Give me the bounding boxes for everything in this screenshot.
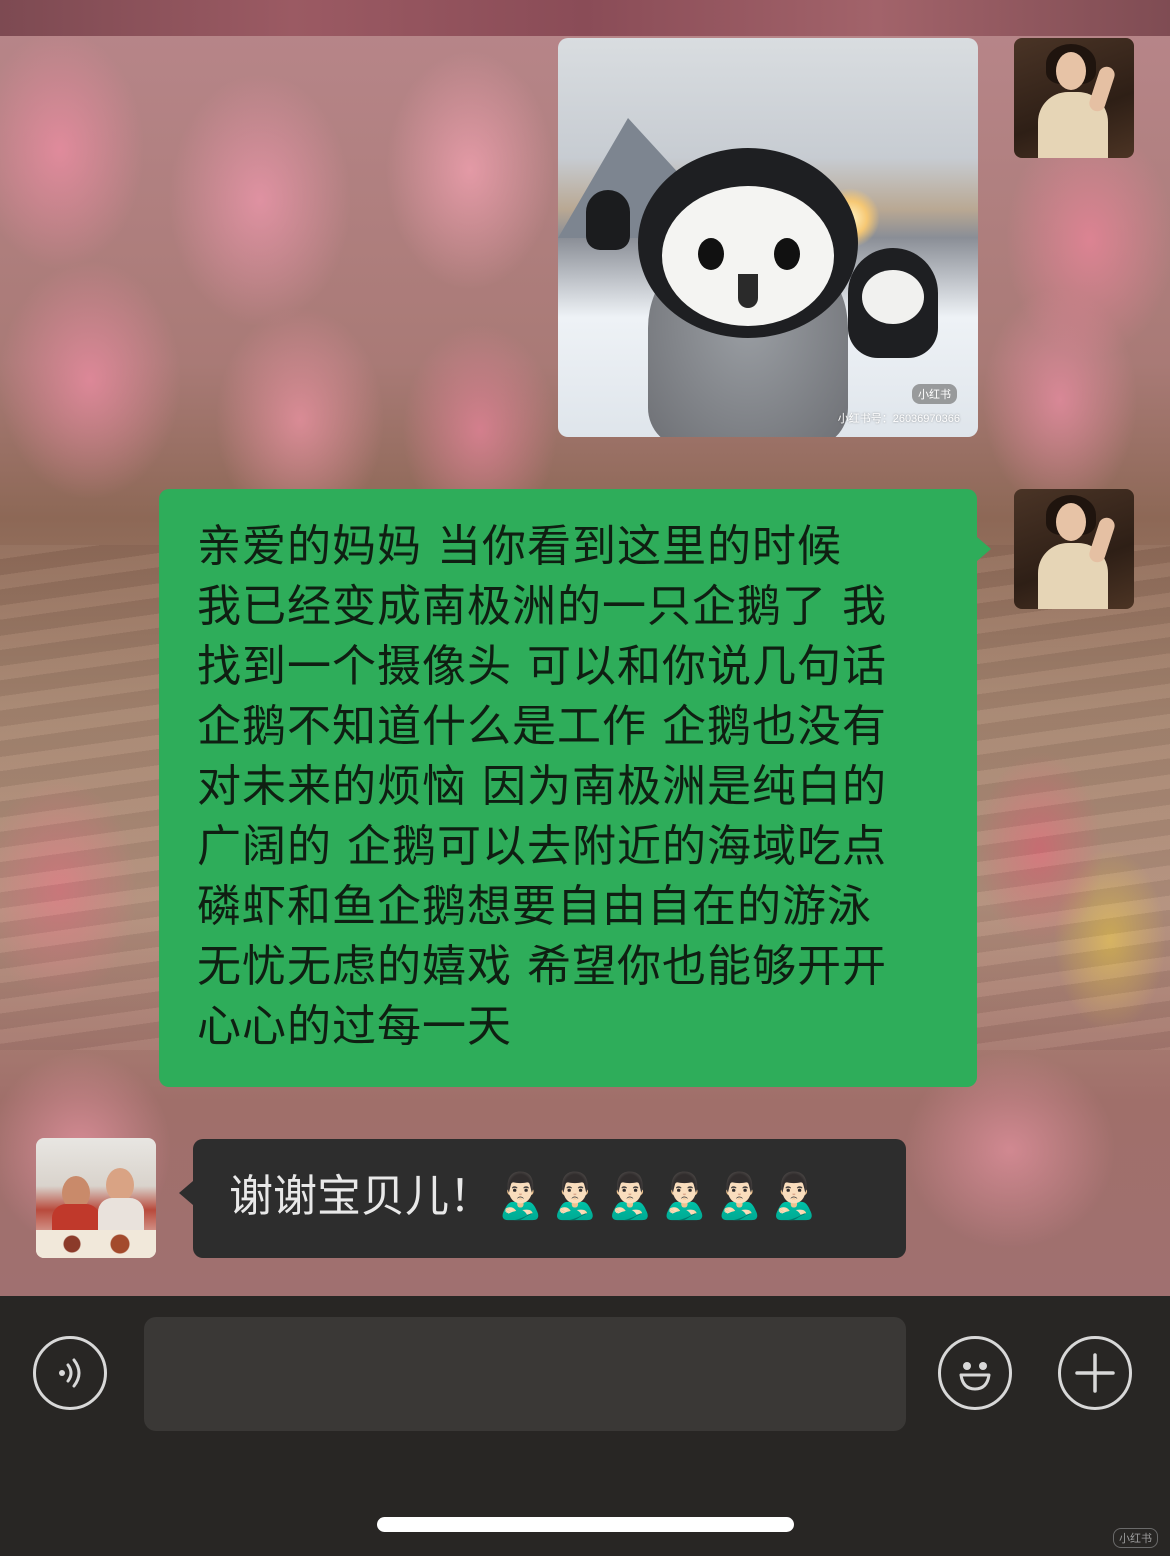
penguin-eye-right [774,238,800,270]
message-line: 找到一个摄像头 可以和你说几句话 [197,641,887,692]
emoji-icon [959,1362,991,1391]
message-line: 心心的过每一天 [197,1001,512,1052]
avatar-face [1056,52,1086,90]
wallpaper-top-strip [0,0,1170,36]
message-line: 对未来的烦恼 因为南极洲是纯白的 [197,761,887,812]
small-penguin-face [862,270,924,324]
corner-watermark: 小红书 [1113,1528,1158,1548]
received-message-text: 谢谢宝贝儿！🙎🏻‍♂️🙎🏻‍♂️🙎🏻‍♂️🙎🏻‍♂️🙎🏻‍♂️🙎🏻‍♂️ [229,1171,822,1222]
image-watermark-id: 小红书号：26036970366 [837,413,960,425]
message-line: 磷虾和鱼企鹅想要自由自在的游泳 [197,881,872,932]
image-message[interactable]: 小红书 小红书号：26036970366 [558,38,978,437]
plus-button[interactable] [1058,1336,1132,1410]
penguin-beak [738,274,758,308]
message-line: 企鹅不知道什么是工作 企鹅也没有 [197,701,887,752]
plus-icon [1075,1353,1115,1393]
voice-button[interactable] [33,1336,107,1410]
contact-avatar[interactable] [36,1138,156,1258]
home-indicator[interactable] [377,1517,794,1532]
voice-icon [59,1358,81,1388]
sent-message-bubble[interactable]: 亲爱的妈妈 当你看到这里的时候 我已经变成南极洲的一只企鹅了 我 找到一个摄像头… [159,489,991,1087]
avatar-person [106,1168,134,1202]
message-line: 广阔的 企鹅可以去附近的海域吃点 [197,821,887,872]
avatar-clothing [98,1198,144,1232]
received-message-bubble[interactable]: 谢谢宝贝儿！🙎🏻‍♂️🙎🏻‍♂️🙎🏻‍♂️🙎🏻‍♂️🙎🏻‍♂️🙎🏻‍♂️ [179,1139,906,1258]
avatar-dinner-table [36,1230,156,1258]
message-line: 我已经变成南极洲的一只企鹅了 我 [197,581,887,632]
background-penguin [586,190,630,250]
avatar-face [1056,503,1086,541]
message-line: 亲爱的妈妈 当你看到这里的时候 [197,521,842,572]
message-line: 无忧无虑的嬉戏 希望你也能够开开 [197,941,887,992]
message-input[interactable] [144,1317,906,1431]
penguin-eye-left [698,238,724,270]
my-avatar-2[interactable] [1014,489,1134,609]
image-watermark-badge: 小红书 [912,384,957,404]
my-avatar[interactable] [1014,38,1134,158]
emoji-button[interactable] [938,1336,1012,1410]
